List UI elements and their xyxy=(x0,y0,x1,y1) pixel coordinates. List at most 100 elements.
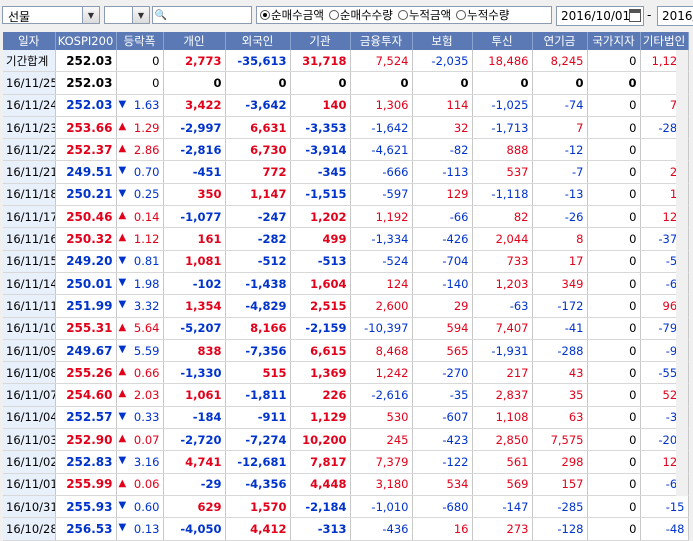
table-cell: 161 xyxy=(163,227,226,251)
summary-row[interactable]: 기간합계 252.03 0 2,773 -35,613 31,718 7,524 -2,035… xyxy=(3,50,689,73)
table-cell: 499 xyxy=(290,227,351,251)
table-cell: -2,997 xyxy=(163,116,226,140)
chevron-down-icon[interactable]: ▼ xyxy=(82,7,99,23)
table-row[interactable]: 16/11/04 252.57 ▼ 0.33 -184 -911 1,129 530 -607 1… xyxy=(3,406,689,430)
table-row[interactable]: 16/11/17 250.46 ▲ 0.14 -1,077 -247 1,202 1,192-… xyxy=(3,205,689,229)
radio-label: 순매수수량 xyxy=(339,8,393,22)
table-row[interactable]: 16/11/07 254.60 ▲ 2.03 1,061 -1,811 226 -2,616-… xyxy=(3,383,689,407)
table-row[interactable]: 16/11/09 249.67 ▼ 5.59 838 -7,356 6,615 8,468 56… xyxy=(3,339,689,363)
triangle-up-icon: ▲ xyxy=(118,143,127,155)
table-row[interactable]: 16/11/15 249.20 ▼ 0.81 1,081 -512 -513 -524 -704… xyxy=(3,250,689,273)
search-input[interactable]: 🔍 xyxy=(152,6,252,24)
table-row[interactable]: 16/11/08 255.26 ▲ 0.66 -1,330 515 1,369 1,242 -2… xyxy=(3,361,689,385)
triangle-down-icon: ▼ xyxy=(118,165,127,177)
column-header[interactable]: 금융투자 xyxy=(350,32,413,50)
change-value: 1.12 xyxy=(133,232,160,247)
table-cell: 16/11/21 xyxy=(3,160,56,184)
market-select-value: 선물 xyxy=(8,10,31,24)
table-row[interactable]: 16/11/21 249.51 ▼ 0.70 -451 772 -345 -666 -113 53… xyxy=(3,160,689,184)
radio-option[interactable]: 누적수량 xyxy=(456,7,509,23)
table-row[interactable]: 16/11/22 252.37 ▲ 2.86 -2,816 6,730 -3,914 -4,6… xyxy=(3,138,689,162)
table-row[interactable]: 16/11/18 250.21 ▼ 0.25 350 1,147 -1,515 -597 129… xyxy=(3,183,689,207)
table-cell: ▲ 2.86 xyxy=(116,138,164,162)
triangle-down-icon: ▼ xyxy=(118,98,127,110)
table-cell: -74 xyxy=(532,94,588,117)
table-row[interactable]: 16/11/01 255.99 ▲ 0.06 -29 -4,356 4,448 3,180 53… xyxy=(3,473,689,496)
radio-dot-icon[interactable] xyxy=(456,10,467,20)
table-cell: 250.21 xyxy=(55,183,117,207)
table-cell: -29 xyxy=(163,473,226,496)
date-to-value: 2016/ xyxy=(662,9,693,23)
date-to-input[interactable]: 2016/ xyxy=(657,6,693,26)
table-cell: -1,334 xyxy=(350,227,413,251)
column-header[interactable]: 기타법인 xyxy=(640,32,689,50)
radio-dot-icon[interactable] xyxy=(260,10,270,20)
table-cell: 0 xyxy=(587,94,641,117)
chevron-down-icon[interactable]: ▼ xyxy=(132,7,149,23)
table-row[interactable]: 16/11/14 250.01 ▼ 1.98 -102 -1,438 1,604 124 -14… xyxy=(3,272,689,296)
table-cell: 6,730 xyxy=(225,138,291,162)
column-header[interactable]: 기관 xyxy=(290,32,351,50)
radio-option[interactable]: 순매수수량 xyxy=(328,7,393,23)
table-cell: -3,914 xyxy=(290,138,351,162)
table-cell: 29 xyxy=(412,294,473,318)
table-cell: 0 xyxy=(587,71,641,95)
table-cell: 3,180 xyxy=(350,473,413,496)
table-cell: -35 xyxy=(412,383,473,407)
column-header[interactable]: 개인 xyxy=(163,32,226,50)
table-row[interactable]: 16/11/11 251.99 ▼ 3.32 1,354 -4,829 2,515 2,600… xyxy=(3,294,689,318)
table-cell: 0 xyxy=(587,116,641,140)
column-header[interactable]: 등락폭 xyxy=(116,32,164,50)
radio-dot-icon[interactable] xyxy=(397,10,408,20)
radio-option[interactable]: 순매수금액 xyxy=(260,7,324,23)
table-row[interactable]: 16/11/24 252.03 ▼ 1.63 3,422 -3,642 140 1,306 11… xyxy=(3,94,689,117)
market-select[interactable]: 선물 ▼ xyxy=(2,6,100,24)
column-header[interactable]: 투신 xyxy=(472,32,533,50)
column-header[interactable]: 일자 xyxy=(3,32,56,50)
radio-dot-icon[interactable] xyxy=(328,10,339,20)
toolbar: 선물 ▼ ▼ 🔍 순매수금액 순매수수량 누적금액 누적수량 2016/10/01 -… xyxy=(0,0,693,32)
table-cell: 255.93 xyxy=(55,495,117,519)
table-cell: 8 xyxy=(532,227,588,251)
column-header[interactable]: 외국인 xyxy=(225,32,291,50)
table-row[interactable]: 16/11/16 250.32 ▲ 1.12 161 -282 499 -1,334 -426 2… xyxy=(3,227,689,251)
column-header[interactable]: 국가지자 xyxy=(587,32,641,50)
table-row[interactable]: 16/11/25252.030000000000 xyxy=(3,71,689,95)
table-row[interactable]: 16/11/23 253.66 ▲ 1.29 -2,997 6,631 -3,353 -1,6… xyxy=(3,116,689,140)
table-row[interactable]: 16/11/03 252.90 ▲ 0.07 -2,720 -7,274 10,200 245… xyxy=(3,428,689,452)
table-cell: -285 xyxy=(532,495,588,519)
table-row[interactable]: 16/10/28 256.53 ▼ 0.13 -4,050 4,412 -313 -436 16… xyxy=(3,517,689,541)
vertical-scrollbar[interactable] xyxy=(676,50,688,496)
date-from-input[interactable]: 2016/10/01 xyxy=(556,6,644,26)
table-cell: ▲ 0.14 xyxy=(116,205,164,229)
search-icon[interactable]: 🔍 xyxy=(153,7,169,23)
table-cell: 0 xyxy=(587,428,641,452)
table-cell: 0 xyxy=(587,383,641,407)
table-cell: -4,050 xyxy=(163,517,226,541)
table-cell: ▲ 5.64 xyxy=(116,317,164,340)
column-header[interactable]: 보험 xyxy=(412,32,473,50)
sub-select[interactable]: ▼ xyxy=(104,6,150,24)
table-cell: -426 xyxy=(412,227,473,251)
table-cell: 7 xyxy=(532,116,588,140)
table-row[interactable]: 16/10/31 255.93 ▼ 0.60 629 1,570 -2,184 -1,010-… xyxy=(3,495,689,519)
table-cell: 0 xyxy=(587,160,641,184)
table-cell: -102 xyxy=(163,272,226,296)
change-value: 2.86 xyxy=(133,142,160,157)
table-cell: -513 xyxy=(290,250,351,273)
table-cell: 16/11/10 xyxy=(3,317,56,340)
table-cell: 0 xyxy=(587,294,641,318)
column-header[interactable]: 연기금 xyxy=(532,32,588,50)
table-cell: -680 xyxy=(412,495,473,519)
radio-option[interactable]: 누적금액 xyxy=(397,7,451,23)
table-cell: 16/11/09 xyxy=(3,339,56,363)
table-cell: 17 xyxy=(532,250,588,273)
table-cell: 8,166 xyxy=(225,317,291,340)
table-cell: -2,035 xyxy=(412,50,473,73)
change-value: 0.60 xyxy=(133,499,160,514)
calendar-icon[interactable] xyxy=(629,9,641,22)
table-cell: 256.53 xyxy=(55,517,117,541)
column-header[interactable]: KOSPI200 xyxy=(55,32,117,50)
table-row[interactable]: 16/11/02 252.83 ▼ 3.16 4,741 -12,681 7,817 7,37… xyxy=(3,450,689,474)
table-row[interactable]: 16/11/10 255.31 ▲ 5.64 -5,207 8,166 -2,159 -10,… xyxy=(3,317,689,340)
